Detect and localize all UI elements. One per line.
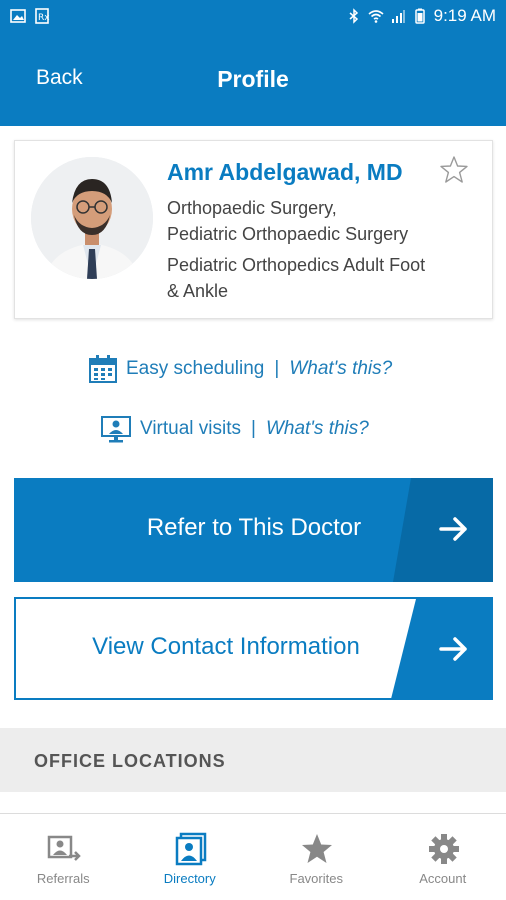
clock: 9:19 AM: [433, 6, 496, 25]
subspecialty-line-1: Pediatric Orthopedics Adult Foot: [167, 255, 426, 275]
nav-tab-account[interactable]: Account: [380, 814, 506, 900]
nav-tab-favorites[interactable]: Favorites: [253, 814, 380, 900]
nav-label-directory: Directory: [163, 871, 216, 886]
star-icon: [302, 834, 332, 863]
doctor-profile-card: Amr Abdelgawad, MD Orthopaedic Surgery, …: [14, 140, 493, 319]
status-indicators: 9:19 AM: [346, 6, 496, 26]
bluetooth-icon: [349, 8, 358, 24]
arrow-right-icon: [439, 637, 467, 661]
bottom-navigation: Referrals Directory Favorites Account: [0, 813, 506, 900]
doctor-photo: [31, 157, 153, 279]
prescription-notification-icon: Rx: [35, 8, 50, 24]
nav-label-favorites: Favorites: [289, 871, 343, 886]
doctor-name: Amr Abdelgawad, MD: [167, 159, 403, 185]
refer-to-doctor-button[interactable]: Refer to This Doctor: [14, 478, 493, 582]
easy-scheduling-row: Easy scheduling | What's this?: [88, 354, 392, 384]
directory-icon: [175, 832, 206, 866]
back-button[interactable]: Back: [36, 66, 83, 90]
calendar-icon: [89, 355, 117, 383]
virtual-visits-label: Virtual visits: [140, 418, 242, 439]
favorite-star-icon[interactable]: [439, 155, 469, 185]
image-notification-icon: [10, 9, 26, 23]
wifi-icon: [368, 10, 384, 23]
view-contact-information-button[interactable]: View Contact Information: [14, 597, 493, 700]
virtual-visits-row: Virtual visits | What's this?: [100, 414, 369, 444]
specialty-line-2: Pediatric Orthopaedic Surgery: [167, 224, 409, 244]
virtual-visit-monitor-icon: [101, 416, 131, 443]
nav-tab-referrals[interactable]: Referrals: [0, 814, 127, 900]
specialty-line-1: Orthopaedic Surgery,: [167, 198, 337, 218]
status-bar: Rx 9:19 AM: [0, 0, 506, 34]
gear-icon: [428, 834, 459, 864]
nav-label-account: Account: [419, 871, 467, 886]
svg-text:Rx: Rx: [38, 13, 50, 23]
battery-icon: [414, 8, 425, 24]
nav-label-referrals: Referrals: [36, 871, 90, 886]
virtual-visits-separator: |: [251, 418, 256, 439]
referrals-icon: [47, 835, 81, 861]
app-header: Back Profile: [0, 34, 506, 126]
contact-button-label: View Contact Information: [92, 633, 360, 660]
doctor-avatar: [31, 157, 153, 279]
easy-scheduling-separator: |: [274, 358, 280, 379]
arrow-right-icon: [439, 517, 467, 541]
status-notifications: Rx: [10, 8, 50, 24]
easy-scheduling-label: Easy scheduling: [126, 358, 265, 379]
virtual-visits-whats-this-link[interactable]: What's this?: [266, 418, 369, 440]
easy-scheduling-whats-this-link[interactable]: What's this?: [289, 358, 392, 380]
nav-tab-directory[interactable]: Directory: [127, 814, 254, 900]
refer-button-label: Refer to This Doctor: [146, 514, 362, 541]
office-locations-section-header: OFFICE LOCATIONS: [0, 728, 506, 792]
signal-icon: [391, 10, 405, 23]
office-locations-title: OFFICE LOCATIONS: [34, 751, 226, 771]
subspecialty-line-2: & Ankle: [167, 281, 229, 301]
